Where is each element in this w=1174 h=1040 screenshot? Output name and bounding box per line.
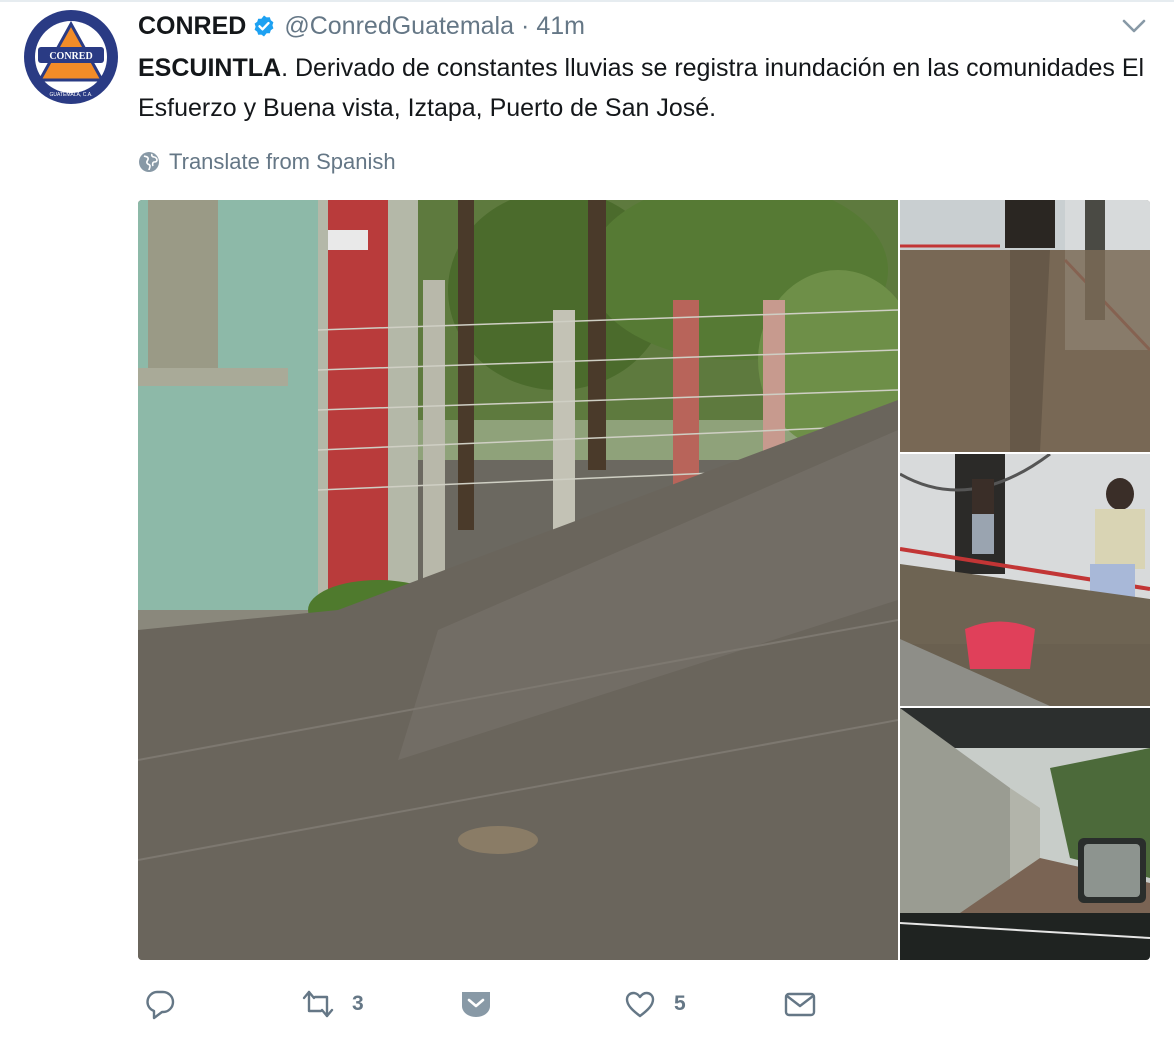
avatar-logo-text: CONRED (49, 51, 92, 62)
media-grid (138, 200, 1150, 960)
top-divider (0, 0, 1174, 2)
photo-flooded-house-people[interactable] (900, 454, 1150, 706)
photo-flooded-hallway[interactable] (900, 200, 1150, 452)
mail-button[interactable] (784, 984, 834, 1024)
like-count: 5 (674, 992, 686, 1015)
reply-icon (146, 990, 175, 1020)
photo-flooded-hallway-image (900, 200, 1150, 452)
heart-icon (625, 991, 655, 1018)
avatar-ring-text: GUATEMALA, C.A. (50, 92, 93, 98)
envelope-icon (784, 992, 816, 1017)
tweet-text: ESCUINTLA. Derivado de constantes lluvia… (138, 48, 1148, 128)
chevron-down-icon[interactable] (1120, 14, 1148, 38)
photo-flooded-street[interactable] (138, 200, 898, 960)
translate-label: Translate from Spanish (169, 149, 396, 174)
user-handle[interactable]: @ConredGuatemala (284, 12, 514, 41)
retweet-button[interactable]: 3 (302, 984, 364, 1024)
direct-message-button[interactable] (460, 984, 510, 1024)
tweet-text-body: . Derivado de constantes lluvias se regi… (138, 54, 1145, 122)
photo-flooded-alley-from-car-image (900, 708, 1150, 960)
retweet-icon (302, 990, 334, 1018)
tweet-text-location: ESCUINTLA (138, 54, 282, 82)
avatar[interactable]: GUATEMALA, C.A. CONRED (24, 10, 118, 104)
photo-flooded-street-image (138, 200, 898, 960)
separator-dot: · (521, 11, 530, 40)
like-button[interactable]: 5 (624, 984, 686, 1024)
reply-button[interactable] (144, 984, 194, 1024)
globe-icon (139, 152, 159, 172)
timestamp[interactable]: 41m (536, 12, 585, 41)
translate-link[interactable]: Translate from Spanish (138, 146, 396, 178)
verified-badge-icon (254, 15, 274, 37)
avatar-logo: CONRED (37, 20, 105, 82)
display-name[interactable]: CONRED (138, 12, 246, 41)
photo-flooded-alley-from-car[interactable] (900, 708, 1150, 960)
retweet-count: 3 (352, 992, 364, 1015)
photo-flooded-house-people-image (900, 454, 1150, 706)
tweet-actions: 3 5 (138, 984, 838, 1024)
dm-icon (462, 992, 490, 1017)
tweet-header: CONRED @ConredGuatemala · 41m (138, 6, 585, 46)
